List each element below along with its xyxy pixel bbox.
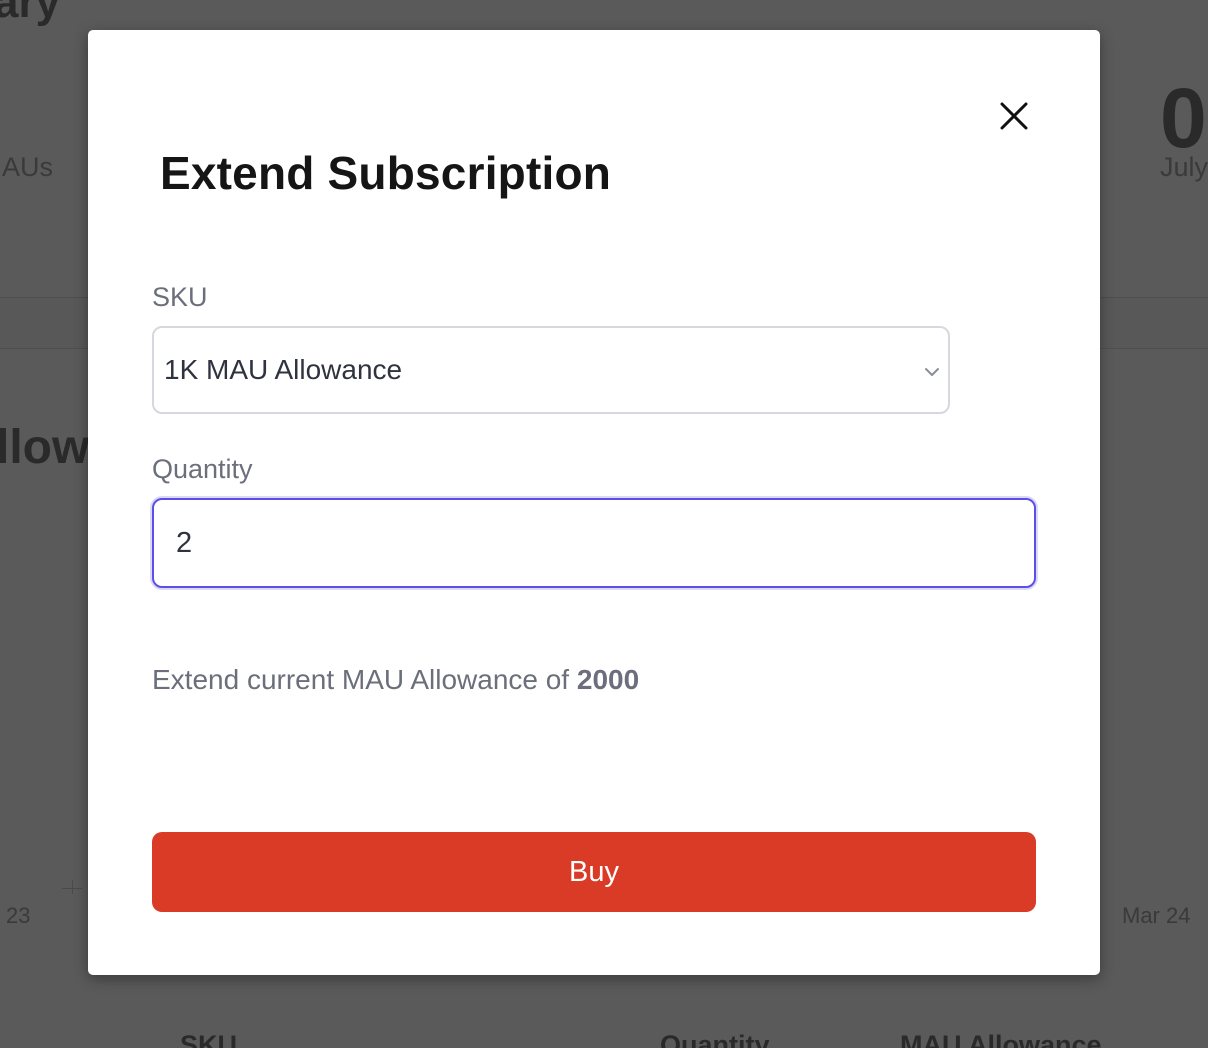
allowance-info: Extend current MAU Allowance of 2000 [152, 664, 639, 696]
background-mau-label: AUs [2, 152, 54, 182]
background-axis-tick [72, 880, 73, 894]
allowance-info-value: 2000 [576, 664, 640, 695]
background-heading: ary [0, 0, 61, 27]
background-stat-caption: July [1160, 152, 1208, 182]
close-button[interactable] [994, 96, 1034, 136]
background-axis-label-left: 23 [6, 903, 31, 928]
background-table-header-quantity: Quantity [660, 1030, 770, 1048]
close-icon [1000, 102, 1028, 130]
modal-title: Extend Subscription [160, 147, 612, 199]
chevron-down-icon [925, 368, 939, 376]
background-axis-tick [62, 888, 82, 889]
background-section-heading: llow [0, 421, 90, 474]
allowance-info-text: Extend current MAU Allowance of [152, 664, 577, 695]
quantity-input[interactable] [152, 498, 1036, 588]
sku-label: SKU [152, 282, 208, 312]
sku-select[interactable]: 1K MAU Allowance [152, 326, 950, 414]
background-axis-label-right: Mar 24 [1122, 903, 1191, 928]
background-table-header-mau: MAU Allowance [900, 1030, 1102, 1048]
page: ary AUs 0 July llow 23 Mar 24 SKU Quanti… [0, 0, 1208, 1048]
buy-button[interactable]: Buy [152, 832, 1036, 912]
sku-select-value: 1K MAU Allowance [164, 354, 403, 385]
background-table-header-sku: SKU [180, 1030, 238, 1048]
extend-subscription-modal: Extend Subscription SKU 1K MAU Allowance… [88, 30, 1100, 975]
quantity-label: Quantity [152, 454, 253, 484]
